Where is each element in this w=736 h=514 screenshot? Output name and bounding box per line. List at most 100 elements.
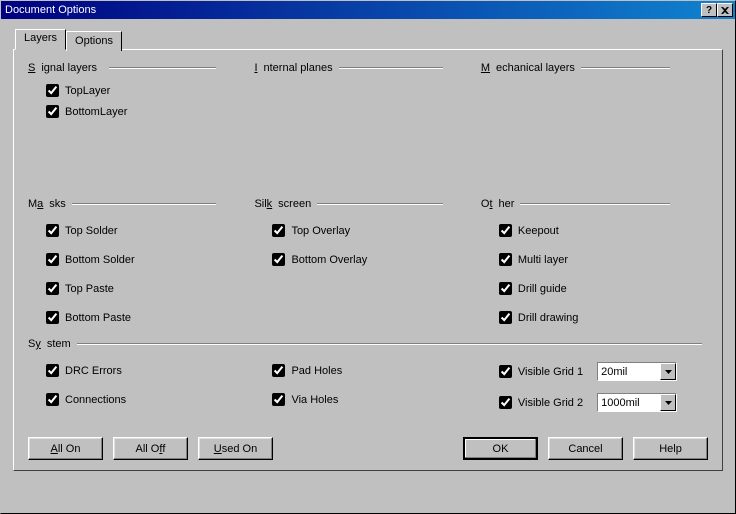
- cancel-button[interactable]: Cancel: [548, 437, 623, 460]
- visible-grid-1-dropdown-button[interactable]: [660, 363, 676, 380]
- keepout-input[interactable]: [499, 224, 512, 237]
- top-solder-label: Top Solder: [65, 225, 118, 237]
- system-col-right: Visible Grid 1 20mil Visible Grid 2: [481, 356, 708, 418]
- other-group: Other Keepout Multi layer Drill guide: [481, 198, 708, 332]
- titlebar-buttons: ?: [701, 3, 733, 17]
- system-row1: DRC Errors Connections Pad Holes: [28, 356, 708, 418]
- toplayer-label: TopLayer: [65, 85, 110, 97]
- via-holes-label: Via Holes: [291, 394, 338, 406]
- drill-drawing-label: Drill drawing: [518, 312, 579, 324]
- ok-button[interactable]: OK: [463, 437, 538, 460]
- bottom-solder-label: Bottom Solder: [65, 254, 135, 266]
- checkbox-multi-layer[interactable]: Multi layer: [481, 245, 708, 274]
- visible-grid-2-dropdown-button[interactable]: [660, 394, 676, 411]
- checkbox-top-overlay[interactable]: Top Overlay: [254, 216, 480, 245]
- drc-errors-input[interactable]: [46, 364, 59, 377]
- visible-grid-1-value: 20mil: [598, 365, 660, 379]
- checkbox-bottomlayer[interactable]: BottomLayer: [28, 101, 254, 122]
- window-title: Document Options: [3, 4, 96, 16]
- top-overlay-label: Top Overlay: [291, 225, 350, 237]
- checkbox-via-holes[interactable]: Via Holes: [254, 385, 480, 414]
- top-groups: Signal layers TopLayer BottomLayer Inter…: [28, 62, 708, 122]
- bottomlayer-checkbox-input[interactable]: [46, 105, 59, 118]
- bottomlayer-label: BottomLayer: [65, 106, 127, 118]
- mechanical-layers-heading: Mechanical layers: [481, 62, 708, 74]
- tab-options[interactable]: Options: [66, 31, 122, 51]
- layers-panel: Signal layers TopLayer BottomLayer Inter…: [13, 49, 723, 471]
- masks-group: Masks Top Solder Bottom Solder Top Paste: [28, 198, 254, 332]
- top-solder-input[interactable]: [46, 224, 59, 237]
- footer-right: OK Cancel Help: [463, 437, 708, 460]
- footer-buttons: All On All Off Used On OK Cancel Help: [28, 437, 708, 460]
- visible-grid-1-label: Visible Grid 1: [518, 366, 583, 378]
- connections-input[interactable]: [46, 393, 59, 406]
- all-off-button[interactable]: All Off: [113, 437, 188, 460]
- client-area: Layers Options Signal layers TopLayer: [1, 19, 735, 513]
- signal-layers-group: Signal layers TopLayer BottomLayer: [28, 62, 254, 122]
- checkbox-keepout[interactable]: Keepout: [481, 216, 708, 245]
- pad-holes-input[interactable]: [272, 364, 285, 377]
- top-paste-label: Top Paste: [65, 283, 114, 295]
- connections-label: Connections: [65, 394, 126, 406]
- masks-heading: Masks: [28, 198, 254, 210]
- silkscreen-group: Silkscreen Top Overlay Bottom Overlay: [254, 198, 480, 332]
- close-icon: [721, 7, 729, 14]
- bottom-paste-input[interactable]: [46, 311, 59, 324]
- visible-grid-2-select[interactable]: 1000mil: [597, 393, 677, 412]
- system-col-mid: Pad Holes Via Holes: [254, 356, 480, 418]
- bottom-solder-input[interactable]: [46, 253, 59, 266]
- system-col-left: DRC Errors Connections: [28, 356, 254, 418]
- internal-planes-heading: Internal planes: [254, 62, 480, 74]
- titlebar: Document Options ?: [1, 1, 735, 19]
- tab-layers[interactable]: Layers: [15, 29, 66, 50]
- bottom-overlay-label: Bottom Overlay: [291, 254, 367, 266]
- close-titlebar-button[interactable]: [717, 3, 733, 17]
- toplayer-checkbox-input[interactable]: [46, 84, 59, 97]
- help-button[interactable]: Help: [633, 437, 708, 460]
- multi-layer-input[interactable]: [499, 253, 512, 266]
- checkbox-toplayer[interactable]: TopLayer: [28, 80, 254, 101]
- drill-drawing-input[interactable]: [499, 311, 512, 324]
- visible-grid-2-checkbox[interactable]: [499, 396, 512, 409]
- used-on-button[interactable]: Used On: [198, 437, 273, 460]
- visible-grid-1-checkbox[interactable]: [499, 365, 512, 378]
- pad-holes-label: Pad Holes: [291, 365, 342, 377]
- chevron-down-icon: [665, 370, 672, 374]
- tabstrip: Layers Options: [13, 30, 723, 50]
- dialog-window: Document Options ? Layers Options Signal…: [0, 0, 736, 514]
- via-holes-input[interactable]: [272, 393, 285, 406]
- checkbox-top-solder[interactable]: Top Solder: [28, 216, 254, 245]
- drill-guide-input[interactable]: [499, 282, 512, 295]
- checkbox-bottom-overlay[interactable]: Bottom Overlay: [254, 245, 480, 274]
- visible-grid-1-row: Visible Grid 1 20mil: [481, 356, 708, 387]
- bottom-paste-label: Bottom Paste: [65, 312, 131, 324]
- help-titlebar-button[interactable]: ?: [701, 3, 717, 17]
- all-on-button[interactable]: All On: [28, 437, 103, 460]
- bottom-overlay-input[interactable]: [272, 253, 285, 266]
- checkbox-drill-guide[interactable]: Drill guide: [481, 274, 708, 303]
- checkbox-drill-drawing[interactable]: Drill drawing: [481, 303, 708, 332]
- checkbox-bottom-paste[interactable]: Bottom Paste: [28, 303, 254, 332]
- top-overlay-input[interactable]: [272, 224, 285, 237]
- internal-planes-group: Internal planes: [254, 62, 480, 122]
- other-heading: Other: [481, 198, 708, 210]
- chevron-down-icon: [665, 401, 672, 405]
- checkbox-connections[interactable]: Connections: [28, 385, 254, 414]
- keepout-label: Keepout: [518, 225, 559, 237]
- silkscreen-heading: Silkscreen: [254, 198, 480, 210]
- visible-grid-2-row: Visible Grid 2 1000mil: [481, 387, 708, 418]
- top-paste-input[interactable]: [46, 282, 59, 295]
- drc-errors-label: DRC Errors: [65, 365, 122, 377]
- mechanical-layers-group: Mechanical layers: [481, 62, 708, 122]
- multi-layer-label: Multi layer: [518, 254, 568, 266]
- checkbox-top-paste[interactable]: Top Paste: [28, 274, 254, 303]
- checkbox-drc-errors[interactable]: DRC Errors: [28, 356, 254, 385]
- signal-layers-heading: Signal layers: [28, 62, 254, 74]
- visible-grid-2-value: 1000mil: [598, 396, 660, 410]
- footer-left: All On All Off Used On: [28, 437, 273, 460]
- checkbox-pad-holes[interactable]: Pad Holes: [254, 356, 480, 385]
- drill-guide-label: Drill guide: [518, 283, 567, 295]
- visible-grid-1-select[interactable]: 20mil: [597, 362, 677, 381]
- checkbox-bottom-solder[interactable]: Bottom Solder: [28, 245, 254, 274]
- system-heading: System: [28, 338, 708, 350]
